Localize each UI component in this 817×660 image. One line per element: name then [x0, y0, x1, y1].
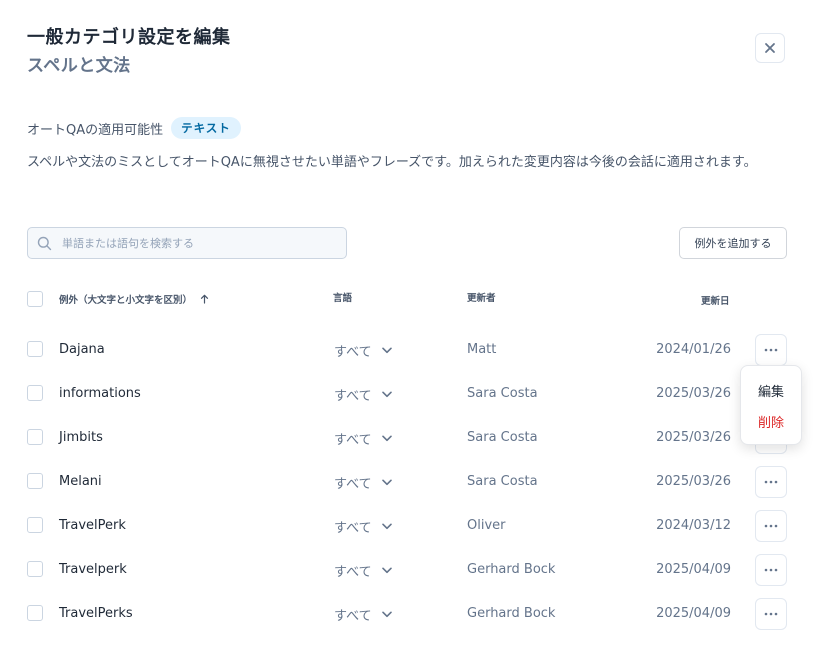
row-actions-button[interactable] — [755, 598, 787, 630]
channel-tag: テキスト — [171, 117, 241, 139]
exception-word: Dajana — [59, 342, 105, 357]
menu-item-edit[interactable]: 編集 — [741, 381, 801, 400]
updated-date: 2025/04/09 — [656, 606, 731, 621]
row-checkbox[interactable] — [27, 341, 43, 357]
updated-date: 2025/03/26 — [656, 386, 731, 401]
search-box[interactable] — [27, 227, 347, 259]
more-horizontal-icon — [764, 568, 778, 572]
column-header-language: 言語 — [333, 293, 353, 304]
exception-word: Jimbits — [59, 430, 103, 445]
updated-date: 2025/04/09 — [656, 562, 731, 577]
column-header-exception[interactable]: 例外（大文字と小文字を区別） — [59, 292, 209, 306]
table-row: informations すべて Sara Costa 2025/03/26 — [0, 379, 817, 423]
more-horizontal-icon — [764, 612, 778, 616]
modal-subtitle: スペルと文法 — [27, 56, 131, 76]
more-horizontal-icon — [764, 524, 778, 528]
updated-by: Oliver — [467, 518, 506, 533]
updated-by: Sara Costa — [467, 386, 538, 401]
row-context-menu: 編集 削除 — [740, 365, 802, 445]
updated-by: Gerhard Bock — [467, 606, 556, 621]
language-select[interactable]: すべて — [334, 605, 392, 624]
language-value: すべて — [334, 521, 372, 536]
row-checkbox[interactable] — [27, 605, 43, 621]
row-checkbox[interactable] — [27, 473, 43, 489]
search-icon — [37, 236, 52, 251]
language-value: すべて — [334, 609, 372, 624]
modal-title: 一般カテゴリ設定を編集 — [27, 27, 231, 48]
language-value: すべて — [334, 345, 372, 360]
chevron-down-icon — [381, 611, 392, 618]
language-select[interactable]: すべて — [334, 429, 392, 448]
close-button[interactable] — [755, 33, 785, 63]
language-select[interactable]: すべて — [334, 561, 392, 580]
menu-item-delete[interactable]: 削除 — [741, 412, 801, 431]
row-actions-button[interactable] — [755, 510, 787, 542]
updated-date: 2024/03/12 — [656, 518, 731, 533]
row-actions-button[interactable] — [755, 466, 787, 498]
updated-by: Gerhard Bock — [467, 562, 556, 577]
language-select[interactable]: すべて — [334, 517, 392, 536]
sort-arrow-up-icon — [200, 294, 209, 304]
updated-date: 2025/03/26 — [656, 474, 731, 489]
table-row: Dajana すべて Matt 2024/01/26 — [0, 334, 817, 379]
language-value: すべて — [334, 477, 372, 492]
availability: オートQAの適用可能性 テキスト — [27, 117, 241, 139]
add-exception-button[interactable]: 例外を追加する — [679, 227, 787, 259]
chevron-down-icon — [381, 435, 392, 442]
row-checkbox[interactable] — [27, 385, 43, 401]
row-actions-button[interactable] — [755, 334, 787, 366]
language-value: すべて — [334, 433, 372, 448]
exception-word: informations — [59, 386, 141, 401]
description: スペルや文法のミスとしてオートQAに無視させたい単語やフレーズです。加えられた変… — [27, 155, 757, 170]
table-row: Melani すべて Sara Costa 2025/03/26 — [0, 466, 817, 511]
more-horizontal-icon — [764, 348, 778, 352]
more-horizontal-icon — [764, 480, 778, 484]
language-value: すべて — [334, 389, 372, 404]
table-row: Travelperk すべて Gerhard Bock 2025/04/09 — [0, 554, 817, 599]
column-header-updated-by: 更新者 — [467, 293, 496, 304]
language-select[interactable]: すべて — [334, 341, 392, 360]
chevron-down-icon — [381, 347, 392, 354]
select-all-checkbox[interactable] — [27, 291, 43, 307]
table-row: TravelPerks すべて Gerhard Bock 2025/04/09 — [0, 598, 817, 643]
column-header-exception-label: 例外（大文字と小文字を区別） — [59, 295, 193, 306]
updated-date: 2025/03/26 — [656, 430, 731, 445]
language-value: すべて — [334, 565, 372, 580]
exception-word: Melani — [59, 474, 102, 489]
availability-label: オートQAの適用可能性 — [27, 122, 164, 138]
exception-word: TravelPerks — [59, 606, 133, 621]
table-row: TravelPerk すべて Oliver 2024/03/12 — [0, 510, 817, 555]
language-select[interactable]: すべて — [334, 473, 392, 492]
row-checkbox[interactable] — [27, 561, 43, 577]
chevron-down-icon — [381, 523, 392, 530]
updated-by: Sara Costa — [467, 430, 538, 445]
search-input[interactable] — [60, 235, 324, 251]
updated-by: Matt — [467, 342, 497, 357]
table-row: Jimbits すべて Sara Costa 2025/03/26 — [0, 422, 817, 467]
chevron-down-icon — [381, 479, 392, 486]
row-checkbox[interactable] — [27, 429, 43, 445]
row-checkbox[interactable] — [27, 517, 43, 533]
close-icon — [764, 42, 776, 54]
updated-by: Sara Costa — [467, 474, 538, 489]
row-actions-button[interactable] — [755, 554, 787, 586]
updated-date: 2024/01/26 — [656, 342, 731, 357]
exception-word: TravelPerk — [59, 518, 126, 533]
column-header-updated-on: 更新日 — [701, 296, 730, 307]
chevron-down-icon — [381, 567, 392, 574]
chevron-down-icon — [381, 391, 392, 398]
language-select[interactable]: すべて — [334, 385, 392, 404]
exception-word: Travelperk — [59, 562, 127, 577]
